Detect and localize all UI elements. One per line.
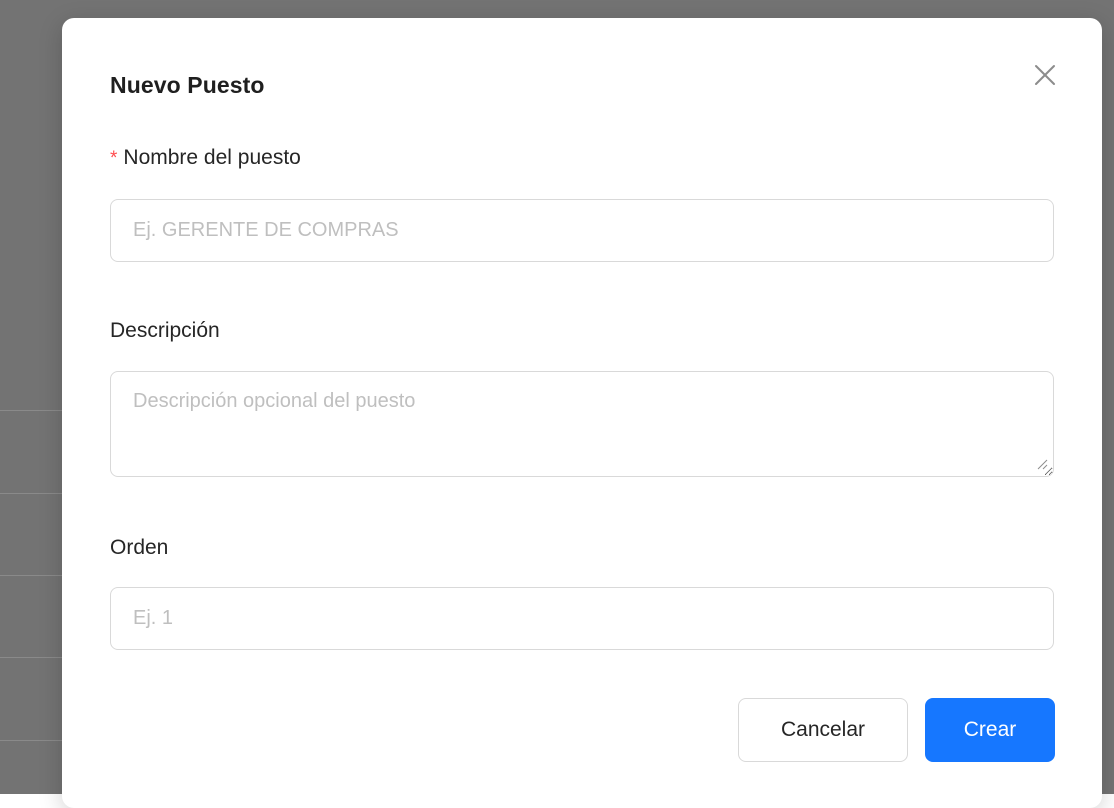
background-row-divider: [0, 493, 64, 494]
modal-title: Nuevo Puesto: [110, 72, 265, 98]
cancel-button[interactable]: Cancelar: [738, 698, 908, 762]
position-name-label-text: Nombre del puesto: [123, 146, 301, 169]
background-row-divider: [0, 740, 64, 741]
background-row-divider: [0, 575, 64, 576]
close-button[interactable]: [1028, 58, 1062, 92]
close-icon: [1035, 65, 1055, 85]
required-mark: *: [110, 148, 118, 169]
order-input[interactable]: [110, 587, 1054, 650]
description-textarea[interactable]: [110, 371, 1054, 477]
order-label: Orden: [110, 536, 169, 559]
new-position-modal: Nuevo Puesto *Nombre del puesto Descripc…: [62, 18, 1102, 808]
description-label: Descripción: [110, 319, 220, 342]
create-button[interactable]: Crear: [925, 698, 1055, 762]
background-row-divider: [0, 410, 64, 411]
position-name-input[interactable]: [110, 199, 1054, 262]
position-name-label: * Nombre del puesto: [110, 146, 301, 170]
background-row-divider: [0, 657, 64, 658]
